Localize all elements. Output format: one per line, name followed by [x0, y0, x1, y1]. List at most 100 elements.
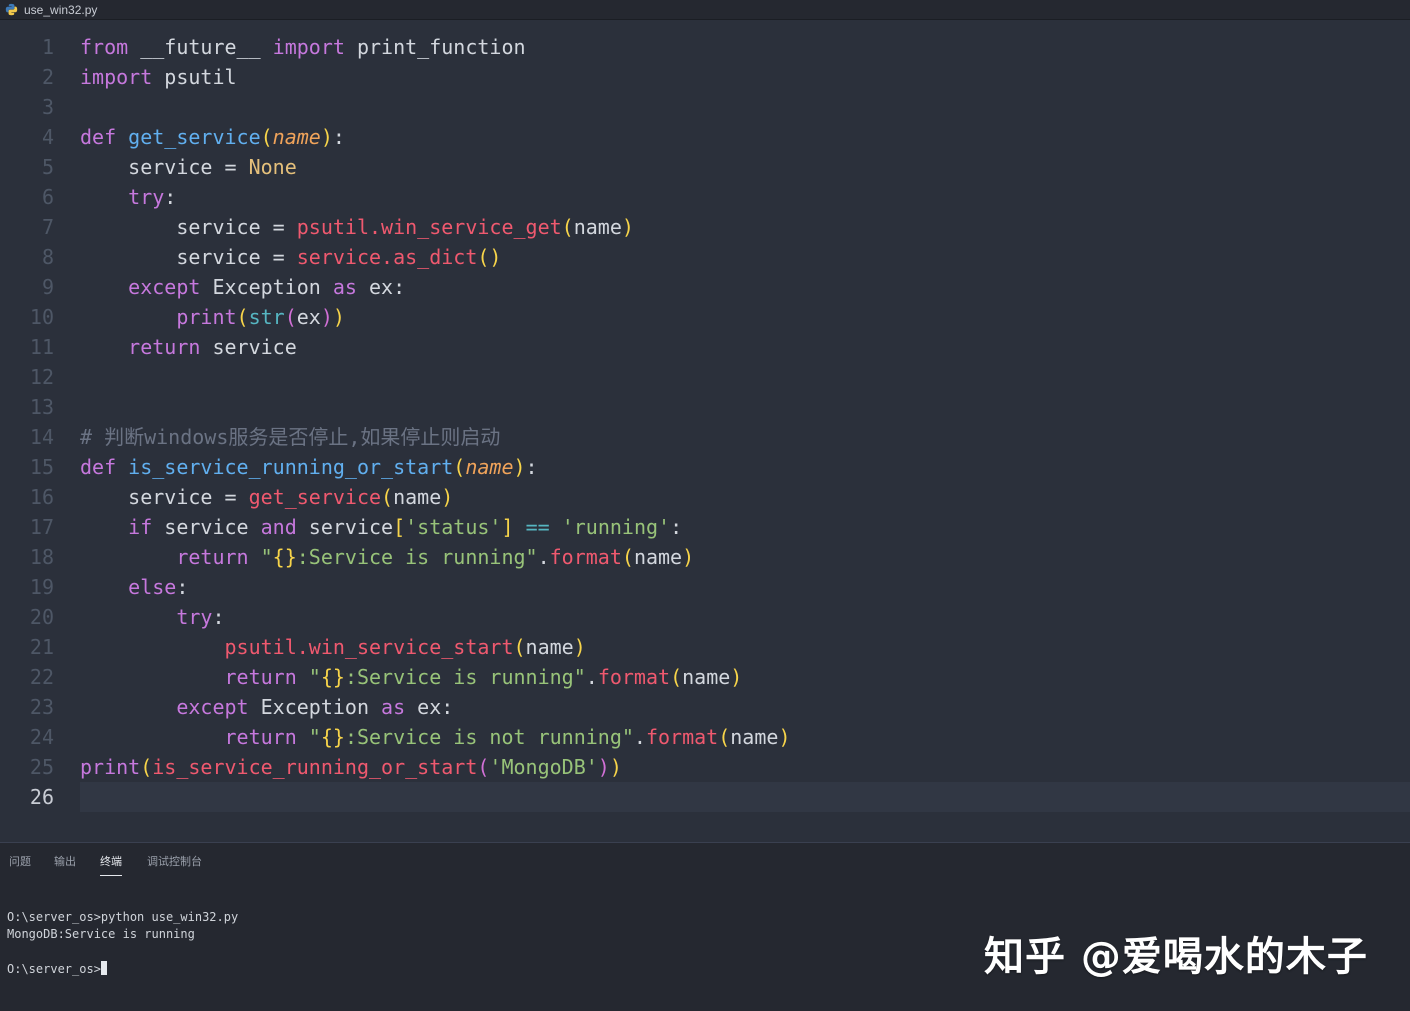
code-token: is_service_running_or_start [128, 455, 454, 479]
code-token: def [80, 455, 117, 479]
code-line[interactable]: 15 def is_service_running_or_start(name): [0, 452, 1410, 482]
code-line[interactable]: 13 [0, 392, 1410, 422]
code-token: 'status' [405, 515, 502, 539]
line-number: 22 [29, 665, 54, 689]
code-token: service [200, 335, 297, 359]
code-line[interactable]: 18 return "{}:Service is running".format… [0, 542, 1410, 572]
code-token: def [80, 125, 117, 149]
code-line[interactable]: 26 [0, 782, 1410, 812]
code-token: name [573, 215, 622, 239]
code-token: as [332, 275, 357, 299]
code-token: name [525, 635, 574, 659]
line-number: 9 [41, 275, 54, 299]
code-token: : [212, 605, 225, 629]
code-line[interactable]: 21 psutil.win_service_start(name) [0, 632, 1410, 662]
code-line[interactable]: 11 return service [0, 332, 1410, 362]
code-line[interactable]: 16 service = get_service(name) [0, 482, 1410, 512]
file-tab-label: use_win32.py [24, 2, 98, 17]
code-token: ( [381, 485, 394, 509]
code-line[interactable]: 19 else: [0, 572, 1410, 602]
code-token: ) [778, 725, 791, 749]
code-token: as [381, 695, 406, 719]
line-number: 4 [41, 125, 54, 149]
code-token: print_function [344, 35, 526, 59]
line-number: 26 [29, 785, 54, 809]
code-text: service = psutil.win_service_get(name) [80, 212, 634, 242]
code-token: import [272, 35, 345, 59]
code-line[interactable]: 14 # 判断windows服务是否停止,如果停止则启动 [0, 422, 1410, 452]
code-line[interactable]: 4 def get_service(name): [0, 122, 1410, 152]
code-token: " [308, 665, 321, 689]
code-text: if service and service['status'] == 'run… [80, 512, 682, 542]
code-text: service = get_service(name) [80, 482, 453, 512]
line-number: 24 [29, 725, 54, 749]
code-line[interactable]: 3 [0, 92, 1410, 122]
code-line[interactable]: 12 [0, 362, 1410, 392]
code-text: import psutil [80, 62, 237, 92]
code-token: ) [621, 215, 634, 239]
code-line[interactable]: 5 service = None [0, 152, 1410, 182]
code-token: format [597, 665, 671, 689]
line-number: 10 [29, 305, 54, 329]
tab-debug-console[interactable]: 调试控制台 [147, 853, 202, 879]
code-line[interactable]: 25 print(is_service_running_or_start('Mon… [0, 752, 1410, 782]
code-token: {} [320, 725, 345, 749]
code-token: : [176, 575, 189, 599]
code-token: print [176, 305, 237, 329]
code-line[interactable]: 24 return "{}:Service is not running".fo… [0, 722, 1410, 752]
code-text: try: [80, 182, 176, 212]
code-token: service = [80, 245, 297, 269]
tab-problems[interactable]: 问题 [9, 853, 31, 879]
code-line[interactable]: 23 except Exception as ex: [0, 692, 1410, 722]
code-token: service = [80, 485, 249, 509]
code-line[interactable]: 7 service = psutil.win_service_get(name) [0, 212, 1410, 242]
code-token: psutil.win_service_start [224, 635, 514, 659]
code-token: get_service [248, 485, 382, 509]
code-line[interactable]: 10 print(str(ex)) [0, 302, 1410, 332]
code-line[interactable]: 8 service = service.as_dict() [0, 242, 1410, 272]
code-line[interactable]: 6 try: [0, 182, 1410, 212]
code-token: and [260, 515, 297, 539]
code-line[interactable]: 9 except Exception as ex: [0, 272, 1410, 302]
code-line[interactable]: 17 if service and service['status'] == '… [0, 512, 1410, 542]
tab-output[interactable]: 输出 [54, 853, 76, 879]
terminal-output-line: MongoDB:Service is running [7, 927, 195, 941]
code-line[interactable]: 2 import psutil [0, 62, 1410, 92]
code-text: # 判断windows服务是否停止,如果停止则启动 [80, 422, 500, 452]
code-token: psutil.win_service_get [296, 215, 562, 239]
code-line[interactable]: 20 try: [0, 602, 1410, 632]
code-token: get_service [128, 125, 261, 149]
terminal-command-line: O:\server_os>python use_win32.py [7, 910, 239, 924]
editor-tab-bar: use_win32.py [0, 0, 1410, 20]
line-number: 7 [41, 215, 54, 239]
code-token: :Service is running" [296, 545, 538, 569]
code-token: ( [621, 545, 634, 569]
code-line[interactable]: 22 return "{}:Service is running".format… [0, 662, 1410, 692]
code-text: try: [80, 602, 225, 632]
file-tab[interactable]: use_win32.py [0, 0, 105, 19]
code-token: except [176, 695, 249, 719]
terminal-prompt-line[interactable]: O:\server_os> [7, 961, 107, 977]
code-token: () [477, 245, 502, 269]
line-number: 17 [29, 515, 54, 539]
code-line[interactable]: 1 from __future__ import print_function [0, 32, 1410, 62]
code-token: return [224, 725, 297, 749]
line-number: 12 [29, 365, 54, 389]
code-token: service.as_dict [296, 245, 478, 269]
code-token: ) [332, 305, 345, 329]
code-text: psutil.win_service_start(name) [80, 632, 586, 662]
python-file-icon [5, 3, 18, 16]
code-editor[interactable]: 1 from __future__ import print_function 2 i… [0, 20, 1410, 841]
line-number: 25 [29, 755, 54, 779]
tab-terminal[interactable]: 终端 [100, 853, 122, 876]
line-number: 6 [41, 185, 54, 209]
